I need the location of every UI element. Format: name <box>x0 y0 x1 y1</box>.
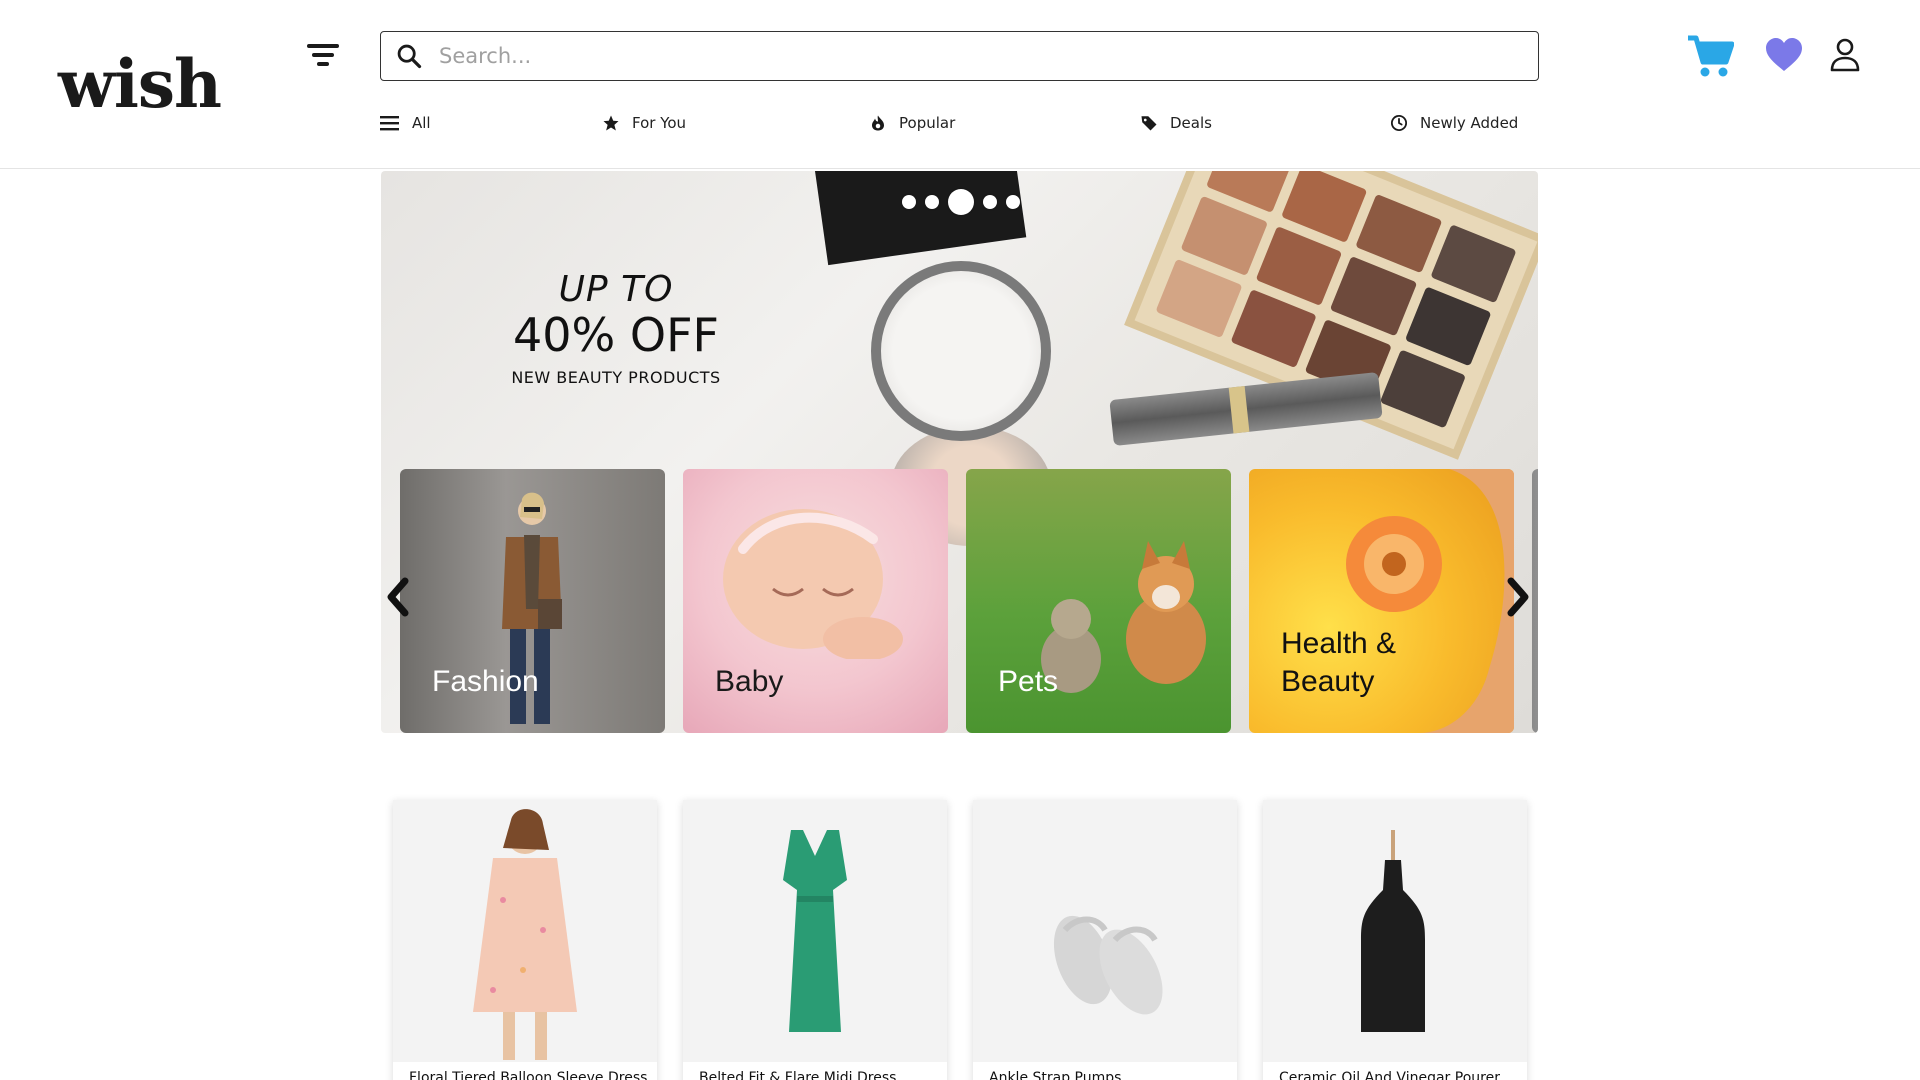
nav-item-popular[interactable]: Popular <box>869 110 955 136</box>
promo-line1: UP TO <box>558 269 674 310</box>
category-label: Baby <box>715 665 784 698</box>
hero-carousel[interactable]: UP TO 40% OFF NEW BEAUTY PRODUCTS Fashio… <box>381 171 1538 733</box>
nav-label: Popular <box>899 114 956 132</box>
nav-label: Newly Added <box>1420 114 1519 132</box>
chevron-left-icon[interactable] <box>381 575 415 619</box>
nav-item-newly-added[interactable]: Newly Added <box>1390 110 1518 136</box>
cart-icon[interactable] <box>1686 32 1734 78</box>
star-icon <box>603 115 619 131</box>
product-card[interactable]: Ankle Strap Pumps <box>973 800 1237 1080</box>
search-bar[interactable] <box>380 31 1539 81</box>
carousel-dots <box>902 189 1029 215</box>
product-name: Ankle Strap Pumps <box>989 1070 1122 1080</box>
nav-label: All <box>412 114 431 132</box>
tag-icon <box>1141 116 1157 131</box>
lipstick-image <box>1109 372 1383 446</box>
carousel-dot[interactable] <box>925 195 939 209</box>
search-input[interactable] <box>439 44 1538 68</box>
carousel-dot[interactable] <box>902 195 916 209</box>
category-label: Pets <box>998 665 1059 698</box>
product-image <box>683 800 947 1062</box>
nav-item-for-you[interactable]: For You <box>602 110 686 136</box>
nav-label: For You <box>632 114 687 132</box>
product-card[interactable]: Belted Fit & Flare Midi Dress <box>683 800 947 1080</box>
carousel-dot[interactable] <box>1006 195 1020 209</box>
product-image <box>973 800 1237 1062</box>
product-card[interactable]: Ceramic Oil And Vinegar Pourer <box>1263 800 1527 1080</box>
header: wish All For You <box>0 0 1920 169</box>
nav-item-deals[interactable]: Deals <box>1140 110 1212 136</box>
promo-text: UP TO 40% OFF NEW BEAUTY PRODUCTS <box>481 269 751 387</box>
promo-subtitle: NEW BEAUTY PRODUCTS <box>511 368 721 387</box>
category-nav: All For You Popular Deals Newly Added <box>380 110 1540 136</box>
category-label: Health & Beauty <box>1281 627 1397 698</box>
filter-icon[interactable] <box>306 44 340 72</box>
search-icon[interactable] <box>395 42 423 70</box>
product-image <box>393 800 657 1062</box>
category-card-health-beauty[interactable]: Health & Beauty <box>1249 469 1514 733</box>
category-card-baby[interactable]: Baby <box>683 469 948 733</box>
category-card-pets[interactable]: Pets <box>966 469 1231 733</box>
product-name: Belted Fit & Flare Midi Dress <box>699 1070 897 1080</box>
fire-icon <box>872 115 884 131</box>
nav-item-all[interactable]: All <box>380 110 431 136</box>
clock-icon <box>1390 114 1408 132</box>
carousel-dot-active[interactable] <box>948 189 974 215</box>
carousel-dot[interactable] <box>983 195 997 209</box>
menu-icon <box>380 116 399 131</box>
category-card-fashion[interactable]: Fashion <box>400 469 665 733</box>
product-grid: Floral Tiered Balloon Sleeve Dress Belte… <box>393 800 1553 1080</box>
promo-discount: 40% OFF <box>513 308 719 362</box>
wish-logo[interactable]: wish <box>58 44 222 124</box>
product-name: Ceramic Oil And Vinegar Pourer <box>1279 1070 1500 1080</box>
product-card[interactable]: Floral Tiered Balloon Sleeve Dress <box>393 800 657 1080</box>
compact-mirror-image <box>871 261 1051 441</box>
baby-image <box>723 509 903 659</box>
category-carousel: Fashion Baby Pets Health & Beauty <box>400 469 1538 733</box>
product-name: Floral Tiered Balloon Sleeve Dress <box>409 1070 648 1080</box>
chevron-right-icon[interactable] <box>1501 575 1535 619</box>
nav-label: Deals <box>1170 114 1212 132</box>
makeup-case-image <box>815 171 1027 266</box>
product-image <box>1263 800 1527 1062</box>
category-label: Fashion <box>432 665 539 698</box>
user-icon[interactable] <box>1829 38 1861 72</box>
heart-icon[interactable] <box>1765 38 1803 72</box>
